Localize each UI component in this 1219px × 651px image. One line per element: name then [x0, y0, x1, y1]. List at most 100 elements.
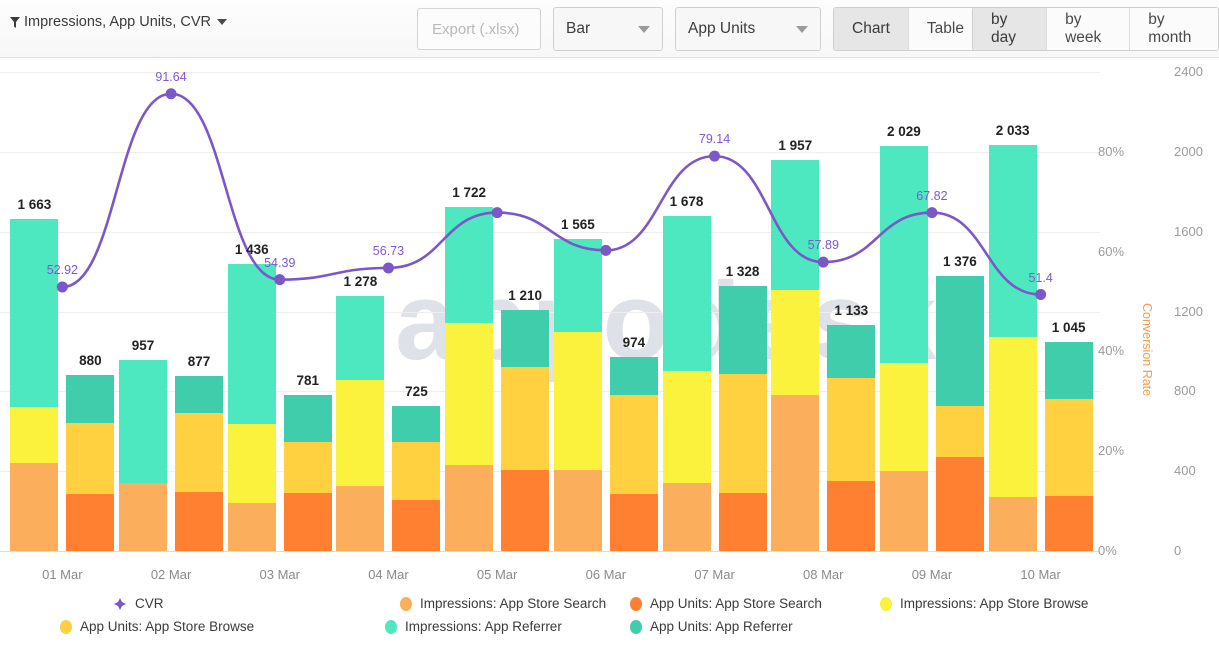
- bar-segment[interactable]: [1044, 399, 1093, 497]
- bar-segment[interactable]: [988, 497, 1037, 551]
- bar-segment[interactable]: [227, 503, 276, 551]
- cvr-data-point[interactable]: [926, 207, 938, 219]
- metric-select[interactable]: App Units: [675, 7, 821, 51]
- app-units-bar[interactable]: [827, 324, 876, 551]
- bar-segment[interactable]: [283, 441, 332, 493]
- bar-segment[interactable]: [227, 264, 276, 425]
- impressions-bar[interactable]: [879, 146, 928, 551]
- bar-segment[interactable]: [336, 486, 385, 551]
- tab-by-month[interactable]: by month: [1130, 8, 1218, 50]
- impressions-bar[interactable]: [445, 207, 494, 551]
- bar-segment[interactable]: [392, 442, 441, 500]
- app-units-bar[interactable]: [935, 276, 984, 551]
- legend-item[interactable]: App Units: App Referrer: [630, 619, 793, 634]
- bar-segment[interactable]: [988, 337, 1037, 498]
- bar-segment[interactable]: [827, 480, 876, 551]
- legend-item[interactable]: CVR: [113, 596, 164, 611]
- legend-item[interactable]: App Units: App Store Search: [630, 596, 822, 611]
- cvr-data-point[interactable]: [165, 88, 177, 100]
- chart-type-select[interactable]: Bar: [553, 7, 663, 51]
- app-units-bar[interactable]: [501, 309, 550, 551]
- bar-segment[interactable]: [119, 359, 168, 484]
- app-units-bar[interactable]: [66, 375, 115, 551]
- impressions-bar[interactable]: [227, 264, 276, 551]
- metric-filter-dropdown[interactable]: Impressions, App Units, CVR: [10, 14, 227, 30]
- bar-segment[interactable]: [609, 493, 658, 551]
- bar-segment[interactable]: [935, 406, 984, 458]
- bar-segment[interactable]: [119, 483, 168, 551]
- bar-segment[interactable]: [879, 363, 928, 472]
- cvr-data-point[interactable]: [600, 244, 612, 256]
- bar-segment[interactable]: [935, 276, 984, 407]
- bar-segment[interactable]: [988, 145, 1037, 338]
- bar-segment[interactable]: [662, 371, 711, 484]
- bar-segment[interactable]: [66, 493, 115, 551]
- impressions-bar[interactable]: [553, 238, 602, 551]
- app-units-bar[interactable]: [175, 375, 224, 551]
- cvr-data-point[interactable]: [491, 207, 503, 219]
- legend-item[interactable]: Impressions: App Referrer: [385, 619, 562, 634]
- bar-segment[interactable]: [501, 470, 550, 551]
- bar-segment[interactable]: [879, 471, 928, 551]
- bar-segment[interactable]: [827, 377, 876, 481]
- impressions-bar[interactable]: [771, 160, 820, 551]
- bar-segment[interactable]: [718, 373, 767, 494]
- app-units-bar[interactable]: [1044, 342, 1093, 551]
- cvr-data-point[interactable]: [382, 262, 394, 274]
- cvr-data-point[interactable]: [1035, 289, 1047, 301]
- cvr-data-point[interactable]: [274, 274, 286, 286]
- bar-segment[interactable]: [283, 395, 332, 442]
- tab-by-day[interactable]: by day: [973, 8, 1048, 50]
- bar-segment[interactable]: [283, 492, 332, 551]
- cvr-data-point[interactable]: [817, 256, 829, 268]
- tab-chart[interactable]: Chart: [834, 8, 909, 50]
- app-units-bar[interactable]: [283, 395, 332, 551]
- bar-segment[interactable]: [1044, 342, 1093, 400]
- impressions-bar[interactable]: [988, 145, 1037, 551]
- export-xlsx-button[interactable]: Export (.xlsx): [417, 8, 541, 50]
- bar-segment[interactable]: [392, 499, 441, 551]
- bar-segment[interactable]: [827, 324, 876, 378]
- bar-segment[interactable]: [718, 285, 767, 374]
- bar-segment[interactable]: [609, 356, 658, 395]
- bar-segment[interactable]: [66, 375, 115, 424]
- bar-segment[interactable]: [501, 309, 550, 367]
- bar-segment[interactable]: [10, 219, 59, 408]
- bar-segment[interactable]: [771, 395, 820, 551]
- legend-label: CVR: [135, 596, 164, 611]
- legend-item[interactable]: Impressions: App Store Browse: [880, 596, 1088, 611]
- legend-item[interactable]: Impressions: App Store Search: [400, 596, 606, 611]
- app-units-bar[interactable]: [609, 356, 658, 551]
- bar-segment[interactable]: [10, 407, 59, 464]
- bar-segment[interactable]: [553, 332, 602, 471]
- impressions-bar[interactable]: [119, 359, 168, 551]
- bar-segment[interactable]: [66, 423, 115, 494]
- app-units-bar[interactable]: [718, 285, 767, 551]
- impressions-bar[interactable]: [336, 295, 385, 551]
- cvr-value-label: 54.39: [264, 255, 296, 270]
- bar-segment[interactable]: [336, 295, 385, 381]
- gridline: [0, 231, 1100, 233]
- tab-table[interactable]: Table: [908, 8, 982, 50]
- bar-segment[interactable]: [227, 424, 276, 504]
- bar-segment[interactable]: [553, 238, 602, 333]
- bar-segment[interactable]: [501, 366, 550, 471]
- legend-item[interactable]: App Units: App Store Browse: [60, 619, 254, 634]
- bar-segment[interactable]: [392, 406, 441, 443]
- tab-by-week[interactable]: by week: [1047, 8, 1131, 50]
- bar-segment[interactable]: [175, 412, 224, 492]
- bar-segment[interactable]: [935, 457, 984, 551]
- bar-segment[interactable]: [1044, 496, 1093, 551]
- bar-segment[interactable]: [175, 491, 224, 551]
- bar-segment[interactable]: [10, 463, 59, 551]
- bar-segment[interactable]: [662, 483, 711, 551]
- bar-segment[interactable]: [445, 207, 494, 324]
- bar-segment[interactable]: [175, 375, 224, 413]
- app-units-bar[interactable]: [392, 406, 441, 551]
- bar-segment[interactable]: [718, 493, 767, 551]
- cvr-data-point[interactable]: [56, 281, 68, 293]
- bar-segment[interactable]: [445, 465, 494, 551]
- bar-segment[interactable]: [553, 470, 602, 551]
- granularity-toggle: by day by week by month: [972, 7, 1219, 51]
- bar-segment[interactable]: [609, 394, 658, 494]
